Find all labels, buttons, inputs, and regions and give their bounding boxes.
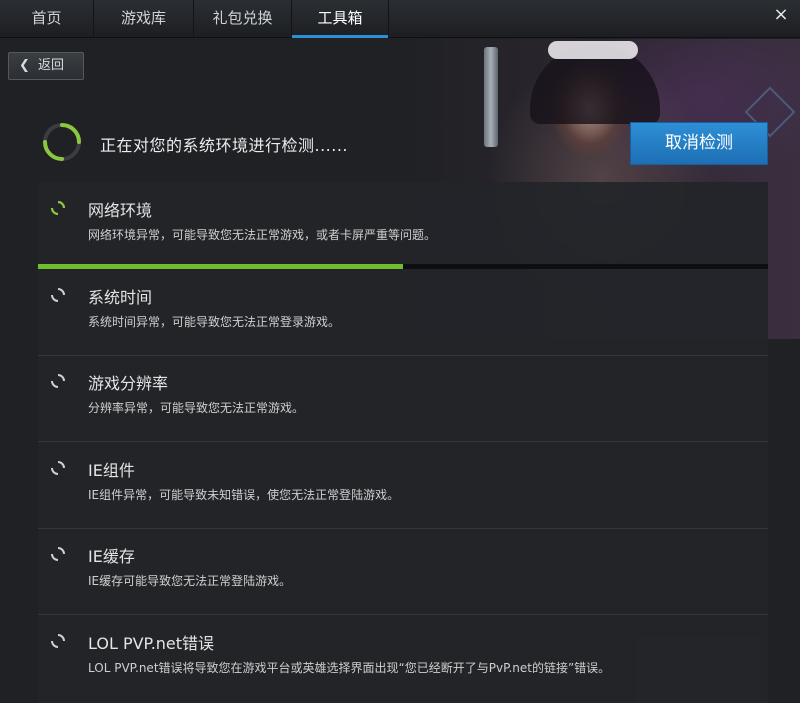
loading-spinner-icon: [43, 123, 81, 161]
back-button[interactable]: ❮ 返回: [8, 52, 84, 80]
tab-game-library[interactable]: 游戏库: [94, 0, 194, 38]
chevron-left-icon: ❮: [19, 58, 30, 73]
cancel-detection-label: 取消检测: [665, 133, 733, 153]
tab-gift-redeem[interactable]: 礼包兑换: [194, 0, 292, 38]
close-icon: ×: [773, 4, 789, 25]
tab-toolbox-label: 工具箱: [317, 9, 363, 27]
close-button[interactable]: ×: [770, 4, 792, 26]
tab-gift-redeem-label: 礼包兑换: [212, 9, 273, 27]
tab-home-label: 首页: [31, 9, 62, 27]
check-item-network: 网络环境 网络环境异常，可能导致您无法正常游戏，或者卡屏严重等问题。: [38, 182, 768, 269]
check-description: 网络环境异常，可能导致您无法正常游戏，或者卡屏严重等问题。: [88, 228, 437, 242]
syringe-illustration: [484, 47, 498, 147]
check-title: IE缓存: [88, 547, 135, 566]
pending-spinner-icon: [51, 374, 65, 388]
check-item-ie-component: IE组件 IE组件异常，可能导致未知错误，使您无法正常登陆游戏。: [38, 442, 768, 529]
check-description: 分辨率异常，可能导致您无法正常游戏。: [88, 401, 305, 415]
pending-spinner-icon: [51, 547, 65, 561]
back-button-label: 返回: [38, 58, 65, 73]
check-item-resolution: 游戏分辨率 分辨率异常，可能导致您无法正常游戏。: [38, 355, 768, 442]
check-item-ie-cache: IE缓存 IE缓存可能导致您无法正常登陆游戏。: [38, 528, 768, 615]
check-title: 系统时间: [88, 288, 153, 307]
check-title: 游戏分辨率: [88, 374, 169, 393]
check-item-system-time: 系统时间 系统时间异常，可能导致您无法正常登录游戏。: [38, 269, 768, 356]
pending-spinner-icon: [51, 461, 65, 475]
tab-game-library-label: 游戏库: [120, 9, 166, 27]
check-description: 系统时间异常，可能导致您无法正常登录游戏。: [88, 315, 341, 329]
check-description: IE缓存可能导致您无法正常登陆游戏。: [88, 574, 292, 588]
tab-home[interactable]: 首页: [0, 0, 94, 38]
tab-toolbox[interactable]: 工具箱: [292, 0, 389, 38]
top-nav: 首页 游戏库 礼包兑换 工具箱 ×: [0, 0, 800, 38]
check-list: 网络环境 网络环境异常，可能导致您无法正常游戏，或者卡屏严重等问题。 系统时间 …: [38, 182, 768, 703]
check-title: 网络环境: [88, 201, 153, 220]
pending-spinner-icon: [51, 634, 65, 648]
check-title: IE组件: [88, 461, 135, 480]
cancel-detection-button[interactable]: 取消检测: [630, 122, 768, 165]
check-description: IE组件异常，可能导致未知错误，使您无法正常登陆游戏。: [88, 488, 400, 502]
nurse-cap: [548, 41, 638, 59]
check-description: LOL PVP.net错误将导致您在游戏平台或英雄选择界面出现“您已经断开了与P…: [88, 661, 611, 675]
active-tab-indicator: [292, 35, 388, 38]
check-item-lol-pvp: LOL PVP.net错误 LOL PVP.net错误将导致您在游戏平台或英雄选…: [38, 615, 768, 702]
running-spinner-icon: [50, 200, 66, 216]
pending-spinner-icon: [51, 288, 65, 302]
check-title: LOL PVP.net错误: [88, 634, 215, 653]
status-message: 正在对您的系统环境进行检测......: [100, 136, 349, 155]
